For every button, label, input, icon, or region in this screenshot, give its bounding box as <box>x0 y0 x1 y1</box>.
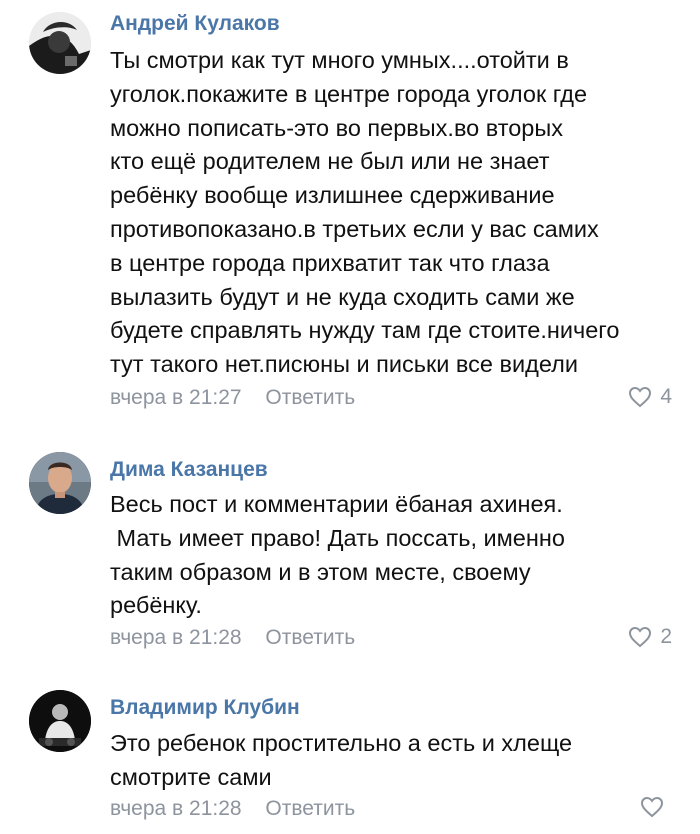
like-button[interactable] <box>640 796 672 818</box>
avatar[interactable] <box>29 690 91 752</box>
comment-text-line: смотрите сами <box>110 763 272 790</box>
comment-meta: вчера в 21:28 Ответить <box>110 797 355 821</box>
comment-text: Это ребенок простительно а есть и хлеще … <box>110 727 680 795</box>
avatar-image <box>29 690 91 752</box>
heart-outline-icon <box>640 796 664 818</box>
comment-text-line: Это ребенок простительно а есть и хлеще <box>110 730 573 756</box>
reply-button[interactable]: Ответить <box>265 797 355 821</box>
comment-item: Владимир Клубин Это ребенок простительно… <box>0 0 700 834</box>
comment-timestamp[interactable]: вчера в 21:28 <box>110 797 242 821</box>
comment-author-link[interactable]: Владимир Клубин <box>110 696 300 720</box>
